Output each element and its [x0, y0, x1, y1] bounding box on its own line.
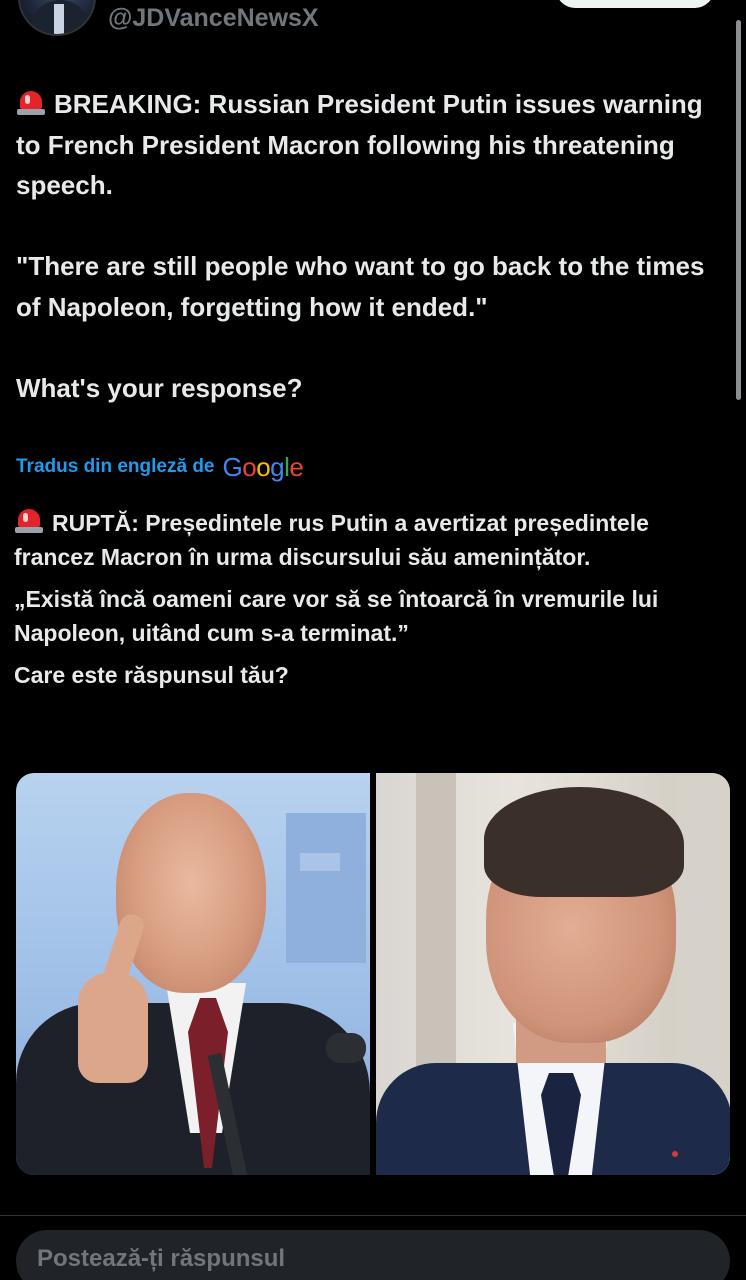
tweet-question: What's your response? — [16, 372, 303, 403]
rotating-light-icon — [14, 506, 44, 534]
google-logo: Google — [222, 451, 304, 482]
translation-label: Tradus din engleză de — [16, 456, 215, 477]
photo-backdrop-banner — [286, 813, 366, 963]
scrollbar[interactable] — [736, 20, 741, 400]
photo-head — [116, 793, 266, 993]
reply-composer[interactable] — [16, 1230, 730, 1280]
avatar-shirt — [54, 4, 64, 34]
photo-lapel-pin — [672, 1151, 678, 1157]
photo-microphone-2 — [326, 1033, 366, 1063]
tweet-media — [16, 773, 730, 1175]
translated-breaking-paragraph: RUPTĂ: Președintele rus Putin a avertiza… — [14, 506, 726, 574]
translated-question: Care este răspunsul tău? — [14, 662, 289, 688]
translated-text: RUPTĂ: Președintele rus Putin a avertiza… — [14, 506, 726, 692]
tweet-header: @JDVanceNewsX — [0, 0, 746, 50]
author-handle[interactable]: @JDVanceNewsX — [108, 4, 319, 33]
photo-hand — [78, 973, 148, 1083]
divider — [0, 1215, 746, 1216]
media-photo-macron[interactable] — [376, 773, 730, 1175]
photo-hair — [484, 787, 684, 897]
follow-button[interactable] — [556, 0, 714, 8]
translation-attribution[interactable]: Tradus din engleză de Google — [16, 450, 304, 484]
translated-breaking-line: RUPTĂ: Președintele rus Putin a avertiza… — [14, 510, 649, 570]
tweet-text: BREAKING: Russian President Putin issues… — [16, 84, 726, 408]
tweet-quote: "There are still people who want to go b… — [16, 251, 705, 322]
tweet-breaking-line: BREAKING: Russian President Putin issues… — [16, 89, 703, 200]
rotating-light-icon — [16, 88, 46, 116]
reply-input[interactable] — [37, 1245, 730, 1273]
media-photo-putin[interactable] — [16, 773, 370, 1175]
translated-quote: „Există încă oameni care vor să se întoa… — [14, 586, 659, 646]
tweet-breaking-paragraph: BREAKING: Russian President Putin issues… — [16, 84, 726, 206]
author-avatar[interactable] — [18, 0, 96, 36]
